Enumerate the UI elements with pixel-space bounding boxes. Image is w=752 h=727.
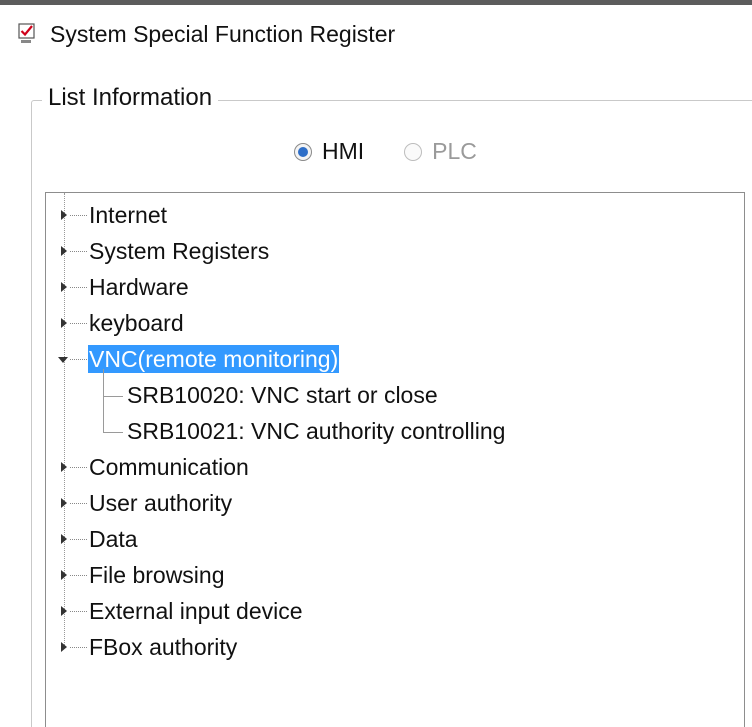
tree-item-communication[interactable]: Communication	[46, 449, 744, 485]
collapsed-arrow-icon[interactable]	[61, 498, 67, 508]
collapsed-arrow-icon[interactable]	[61, 462, 67, 472]
collapsed-arrow-icon[interactable]	[61, 534, 67, 544]
expanded-arrow-icon[interactable]	[58, 357, 68, 363]
register-window: System Special Function Register List In…	[0, 0, 752, 727]
radio-hmi[interactable]: HMI	[294, 138, 364, 165]
tree-item-label: User authority	[89, 490, 233, 516]
tree-child-label: SRB10020: VNC start or close	[127, 382, 438, 408]
title-bar: System Special Function Register	[18, 20, 395, 48]
tree-item-user-authority[interactable]: User authority	[46, 485, 744, 521]
tree-item-label: External input device	[89, 598, 303, 624]
tree-item-external-input-device[interactable]: External input device	[46, 593, 744, 629]
tree-connector	[70, 575, 87, 576]
child-branch-line	[103, 369, 104, 432]
tree-child-srb10020[interactable]: SRB10020: VNC start or close	[46, 377, 744, 413]
checkbox-register-icon	[18, 23, 36, 45]
tree-item-vnc-remote-monitoring[interactable]: VNC(remote monitoring)	[46, 341, 744, 377]
tree-connector	[70, 503, 87, 504]
tree-connector	[70, 287, 87, 288]
register-tree[interactable]: Internet System Registers Hardware keyboard…	[45, 192, 745, 727]
radio-hmi-label: HMI	[322, 138, 365, 164]
tree-item-data[interactable]: Data	[46, 521, 744, 557]
radio-plc-label: PLC	[432, 138, 477, 164]
tree-item-label: Hardware	[89, 274, 189, 300]
tree-connector	[70, 323, 87, 324]
tree-item-label: keyboard	[89, 310, 184, 336]
window-top-border	[0, 0, 752, 5]
window-title: System Special Function Register	[50, 20, 396, 47]
tree-connector	[70, 215, 87, 216]
tree-item-label: Communication	[89, 454, 249, 480]
tree-connector	[70, 647, 87, 648]
tree-item-keyboard[interactable]: keyboard	[46, 305, 744, 341]
tree-item-label: System Registers	[89, 238, 270, 264]
collapsed-arrow-icon[interactable]	[61, 570, 67, 580]
collapsed-arrow-icon[interactable]	[61, 246, 67, 256]
tree-child-label: SRB10021: VNC authority controlling	[127, 418, 506, 444]
child-connector	[103, 432, 123, 433]
tree-item-hardware[interactable]: Hardware	[46, 269, 744, 305]
tree-item-internet[interactable]: Internet	[46, 197, 744, 233]
tree-item-label: File browsing	[89, 562, 225, 588]
tree-item-system-registers[interactable]: System Registers	[46, 233, 744, 269]
collapsed-arrow-icon[interactable]	[61, 606, 67, 616]
collapsed-arrow-icon[interactable]	[61, 210, 67, 220]
source-radio-group: HMI PLC	[294, 138, 517, 165]
tree-connector	[70, 467, 87, 468]
tree-child-srb10021[interactable]: SRB10021: VNC authority controlling	[46, 413, 744, 449]
tree-item-label: FBox authority	[89, 634, 238, 660]
radio-plc-indicator[interactable]	[404, 142, 423, 161]
tree-item-file-browsing[interactable]: File browsing	[46, 557, 744, 593]
group-label: List Information	[42, 84, 219, 112]
child-connector	[103, 396, 123, 397]
radio-hmi-indicator[interactable]	[294, 142, 312, 161]
tree-item-label: Internet	[89, 202, 167, 228]
tree-connector	[70, 539, 87, 540]
collapsed-arrow-icon[interactable]	[61, 282, 67, 292]
tree-item-fbox-authority[interactable]: FBox authority	[46, 629, 744, 665]
tree-item-label: VNC(remote monitoring)	[88, 345, 340, 373]
collapsed-arrow-icon[interactable]	[61, 642, 67, 652]
tree-connector	[70, 359, 87, 360]
tree-item-label: Data	[89, 526, 138, 552]
radio-plc[interactable]: PLC	[404, 138, 477, 165]
collapsed-arrow-icon[interactable]	[61, 318, 67, 328]
tree-connector	[70, 611, 87, 612]
tree-connector	[70, 251, 87, 252]
